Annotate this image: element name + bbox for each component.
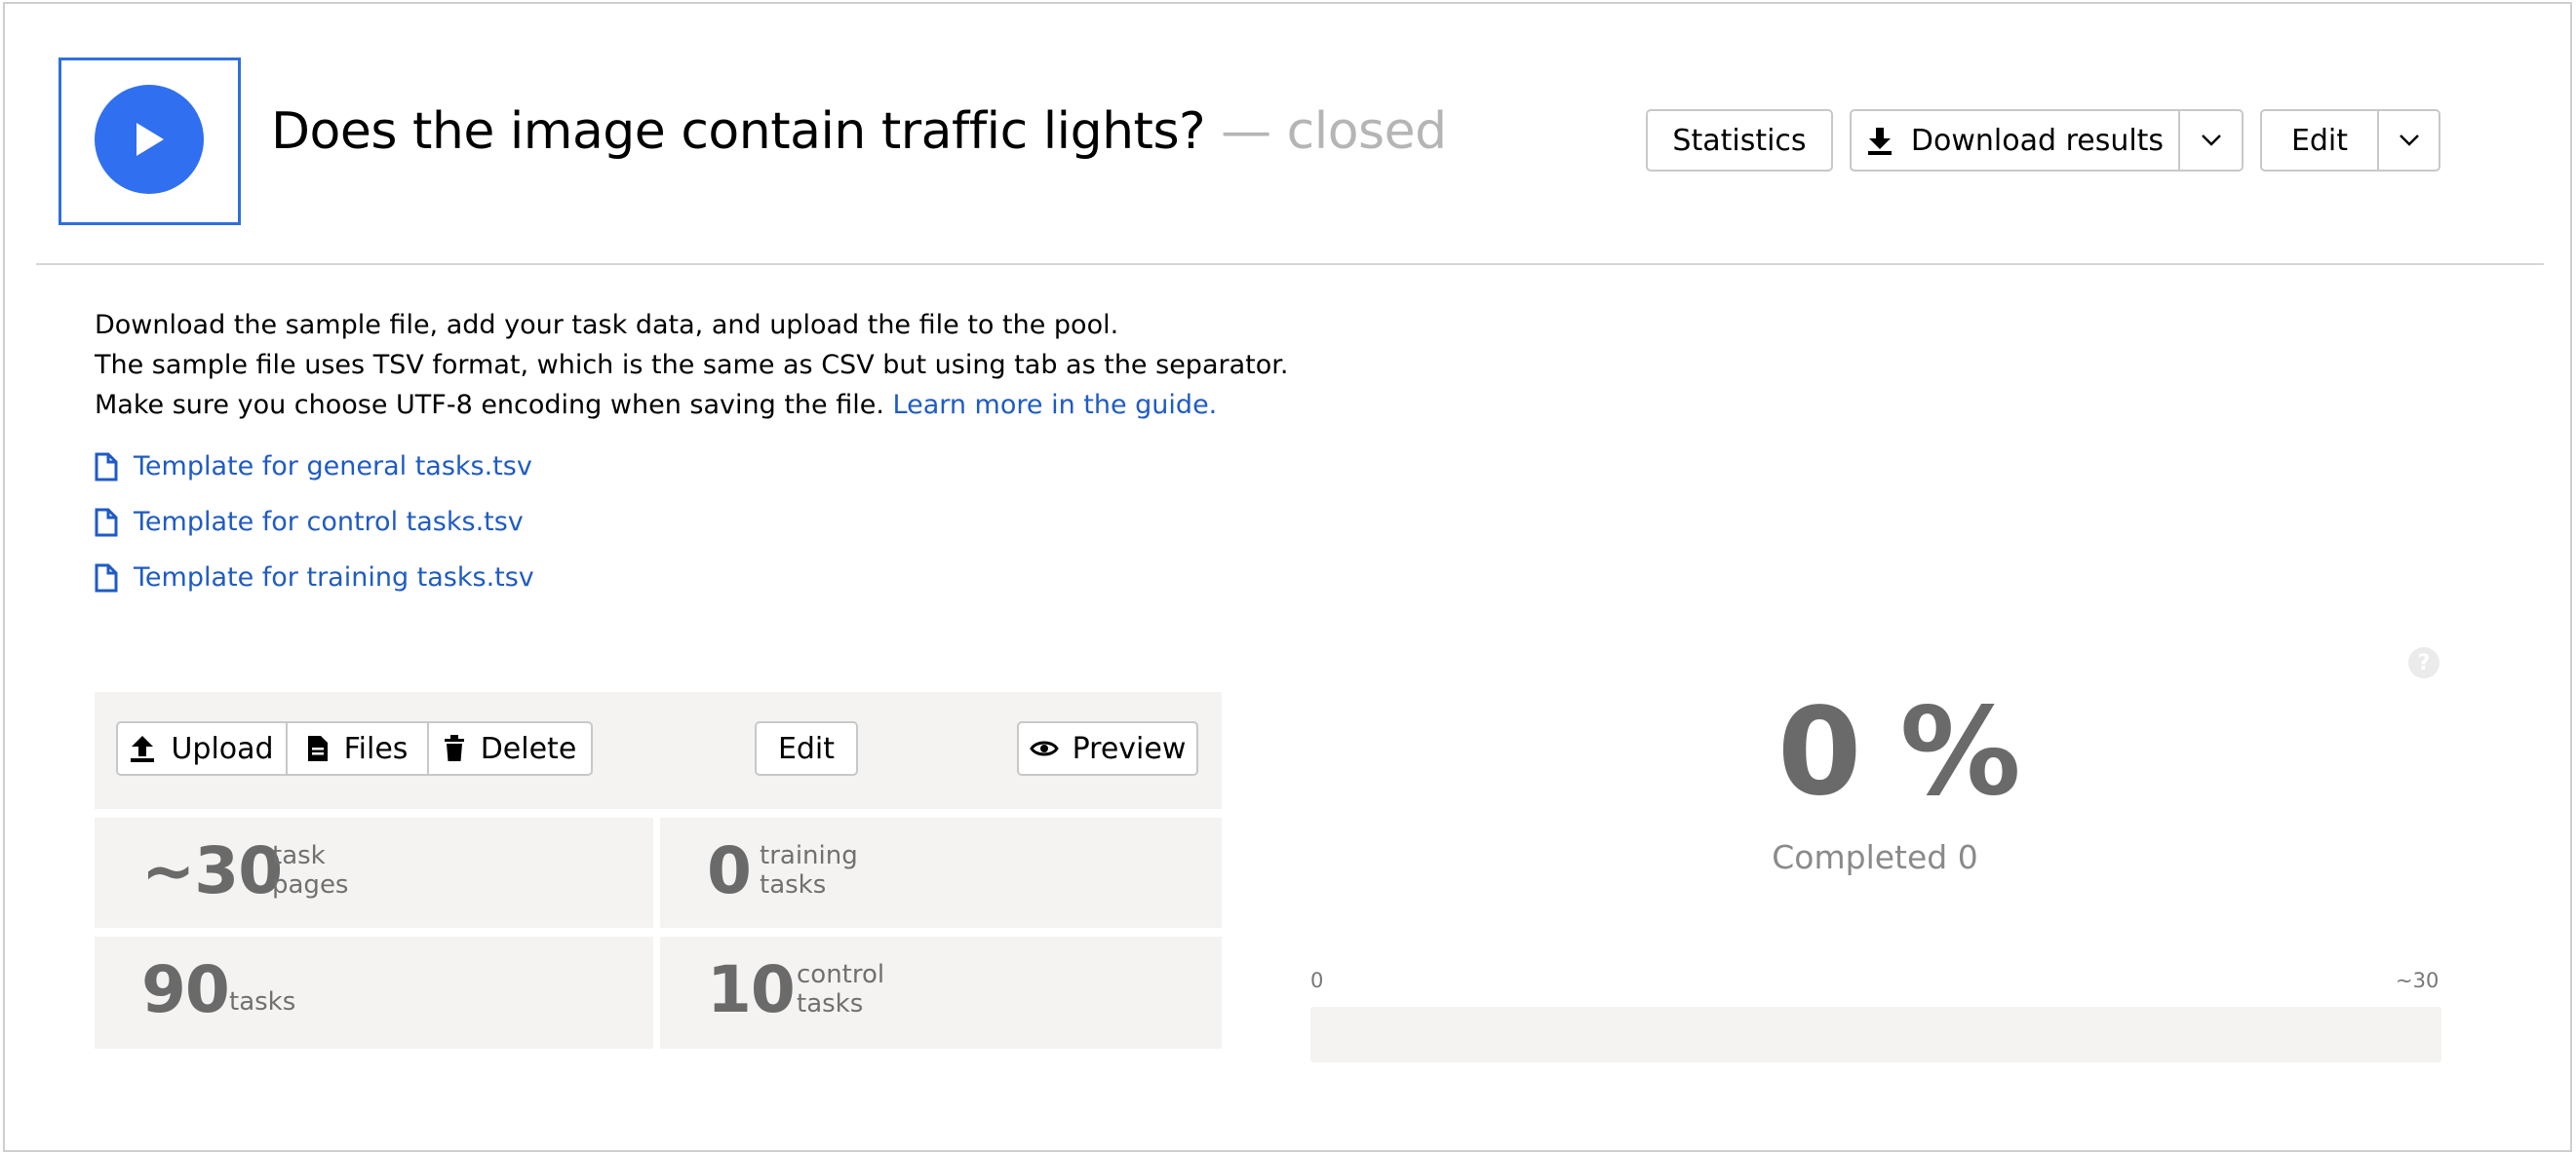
template-control-label: Template for control tasks.tsv	[134, 507, 524, 537]
stat-control-tasks: 10 control tasks	[660, 937, 1222, 1049]
eye-icon	[1029, 741, 1059, 756]
delete-button[interactable]: Delete	[427, 721, 593, 776]
pool-title: Does the image contain traffic lights?	[271, 102, 1206, 161]
task-pages-label: task pages	[272, 841, 349, 900]
download-options-button[interactable]	[2178, 109, 2244, 172]
control-tasks-value: 10	[707, 952, 796, 1027]
stat-training-tasks: 0 training tasks	[660, 818, 1222, 928]
file-icon	[95, 452, 118, 481]
progress-axis-max: ~30	[2396, 969, 2439, 992]
play-icon	[137, 123, 164, 156]
training-tasks-value: 0	[707, 833, 752, 908]
download-results-label: Download results	[1910, 123, 2165, 158]
edit-pool-label: Edit	[2290, 123, 2349, 158]
file-icon	[95, 563, 118, 592]
chevron-down-icon	[2201, 135, 2221, 146]
statistics-button-label: Statistics	[1672, 123, 1807, 158]
page-title: Does the image contain traffic lights? — …	[271, 102, 1447, 161]
delete-label: Delete	[480, 731, 577, 766]
header-divider	[36, 263, 2544, 265]
edit-tasks-button[interactable]: Edit	[755, 721, 858, 776]
help-icon[interactable]: ?	[2408, 647, 2439, 678]
file-icon	[95, 508, 118, 536]
tasks-label: tasks	[229, 987, 296, 1017]
stat-task-pages: ~30 task pages	[95, 818, 653, 928]
files-label: Files	[343, 731, 409, 766]
upload-label: Upload	[171, 731, 274, 766]
template-control-link[interactable]: Template for control tasks.tsv	[95, 507, 524, 537]
edit-options-button[interactable]	[2377, 109, 2440, 172]
chevron-down-icon	[2399, 135, 2419, 146]
control-tasks-label: control tasks	[797, 960, 885, 1019]
template-training-link[interactable]: Template for training tasks.tsv	[95, 562, 534, 593]
play-circle	[95, 85, 204, 194]
files-button[interactable]: Files	[286, 721, 429, 776]
download-icon	[1867, 128, 1892, 155]
instructions-line-3: Make sure you choose UTF-8 encoding when…	[95, 390, 1218, 420]
progress-axis-min: 0	[1310, 969, 1324, 992]
pool-status: — closed	[1221, 102, 1447, 161]
upload-icon	[131, 736, 155, 762]
statistics-button[interactable]: Statistics	[1646, 109, 1833, 172]
edit-pool-button[interactable]: Edit	[2260, 109, 2379, 172]
completion-percent: 0 %	[1777, 682, 2021, 823]
instructions-line-2: The sample file uses TSV format, which i…	[95, 350, 1289, 380]
task-toolbar: Upload Files Delete Edit Preview	[95, 692, 1222, 809]
upload-instructions: Download the sample file, add your task …	[95, 305, 1288, 425]
pool-play-button[interactable]	[59, 58, 241, 225]
task-pages-value: ~30	[141, 833, 283, 908]
tasks-value: 90	[141, 952, 230, 1027]
upload-button[interactable]: Upload	[116, 721, 288, 776]
progress-bar	[1310, 1007, 2441, 1062]
guide-link[interactable]: Learn more in the guide.	[893, 390, 1218, 420]
instructions-line-1: Download the sample file, add your task …	[95, 310, 1119, 340]
template-general-label: Template for general tasks.tsv	[134, 451, 532, 481]
edit-tasks-label: Edit	[777, 731, 836, 766]
completed-count: Completed 0	[1772, 838, 1978, 876]
preview-label: Preview	[1072, 731, 1187, 766]
download-results-button[interactable]: Download results	[1850, 109, 2180, 172]
stat-tasks: 90 tasks	[95, 937, 653, 1049]
trash-icon	[444, 735, 464, 761]
preview-button[interactable]: Preview	[1017, 721, 1198, 776]
template-training-label: Template for training tasks.tsv	[134, 562, 534, 593]
training-tasks-label: training tasks	[760, 841, 858, 900]
document-icon	[307, 736, 328, 761]
template-general-link[interactable]: Template for general tasks.tsv	[95, 451, 532, 481]
